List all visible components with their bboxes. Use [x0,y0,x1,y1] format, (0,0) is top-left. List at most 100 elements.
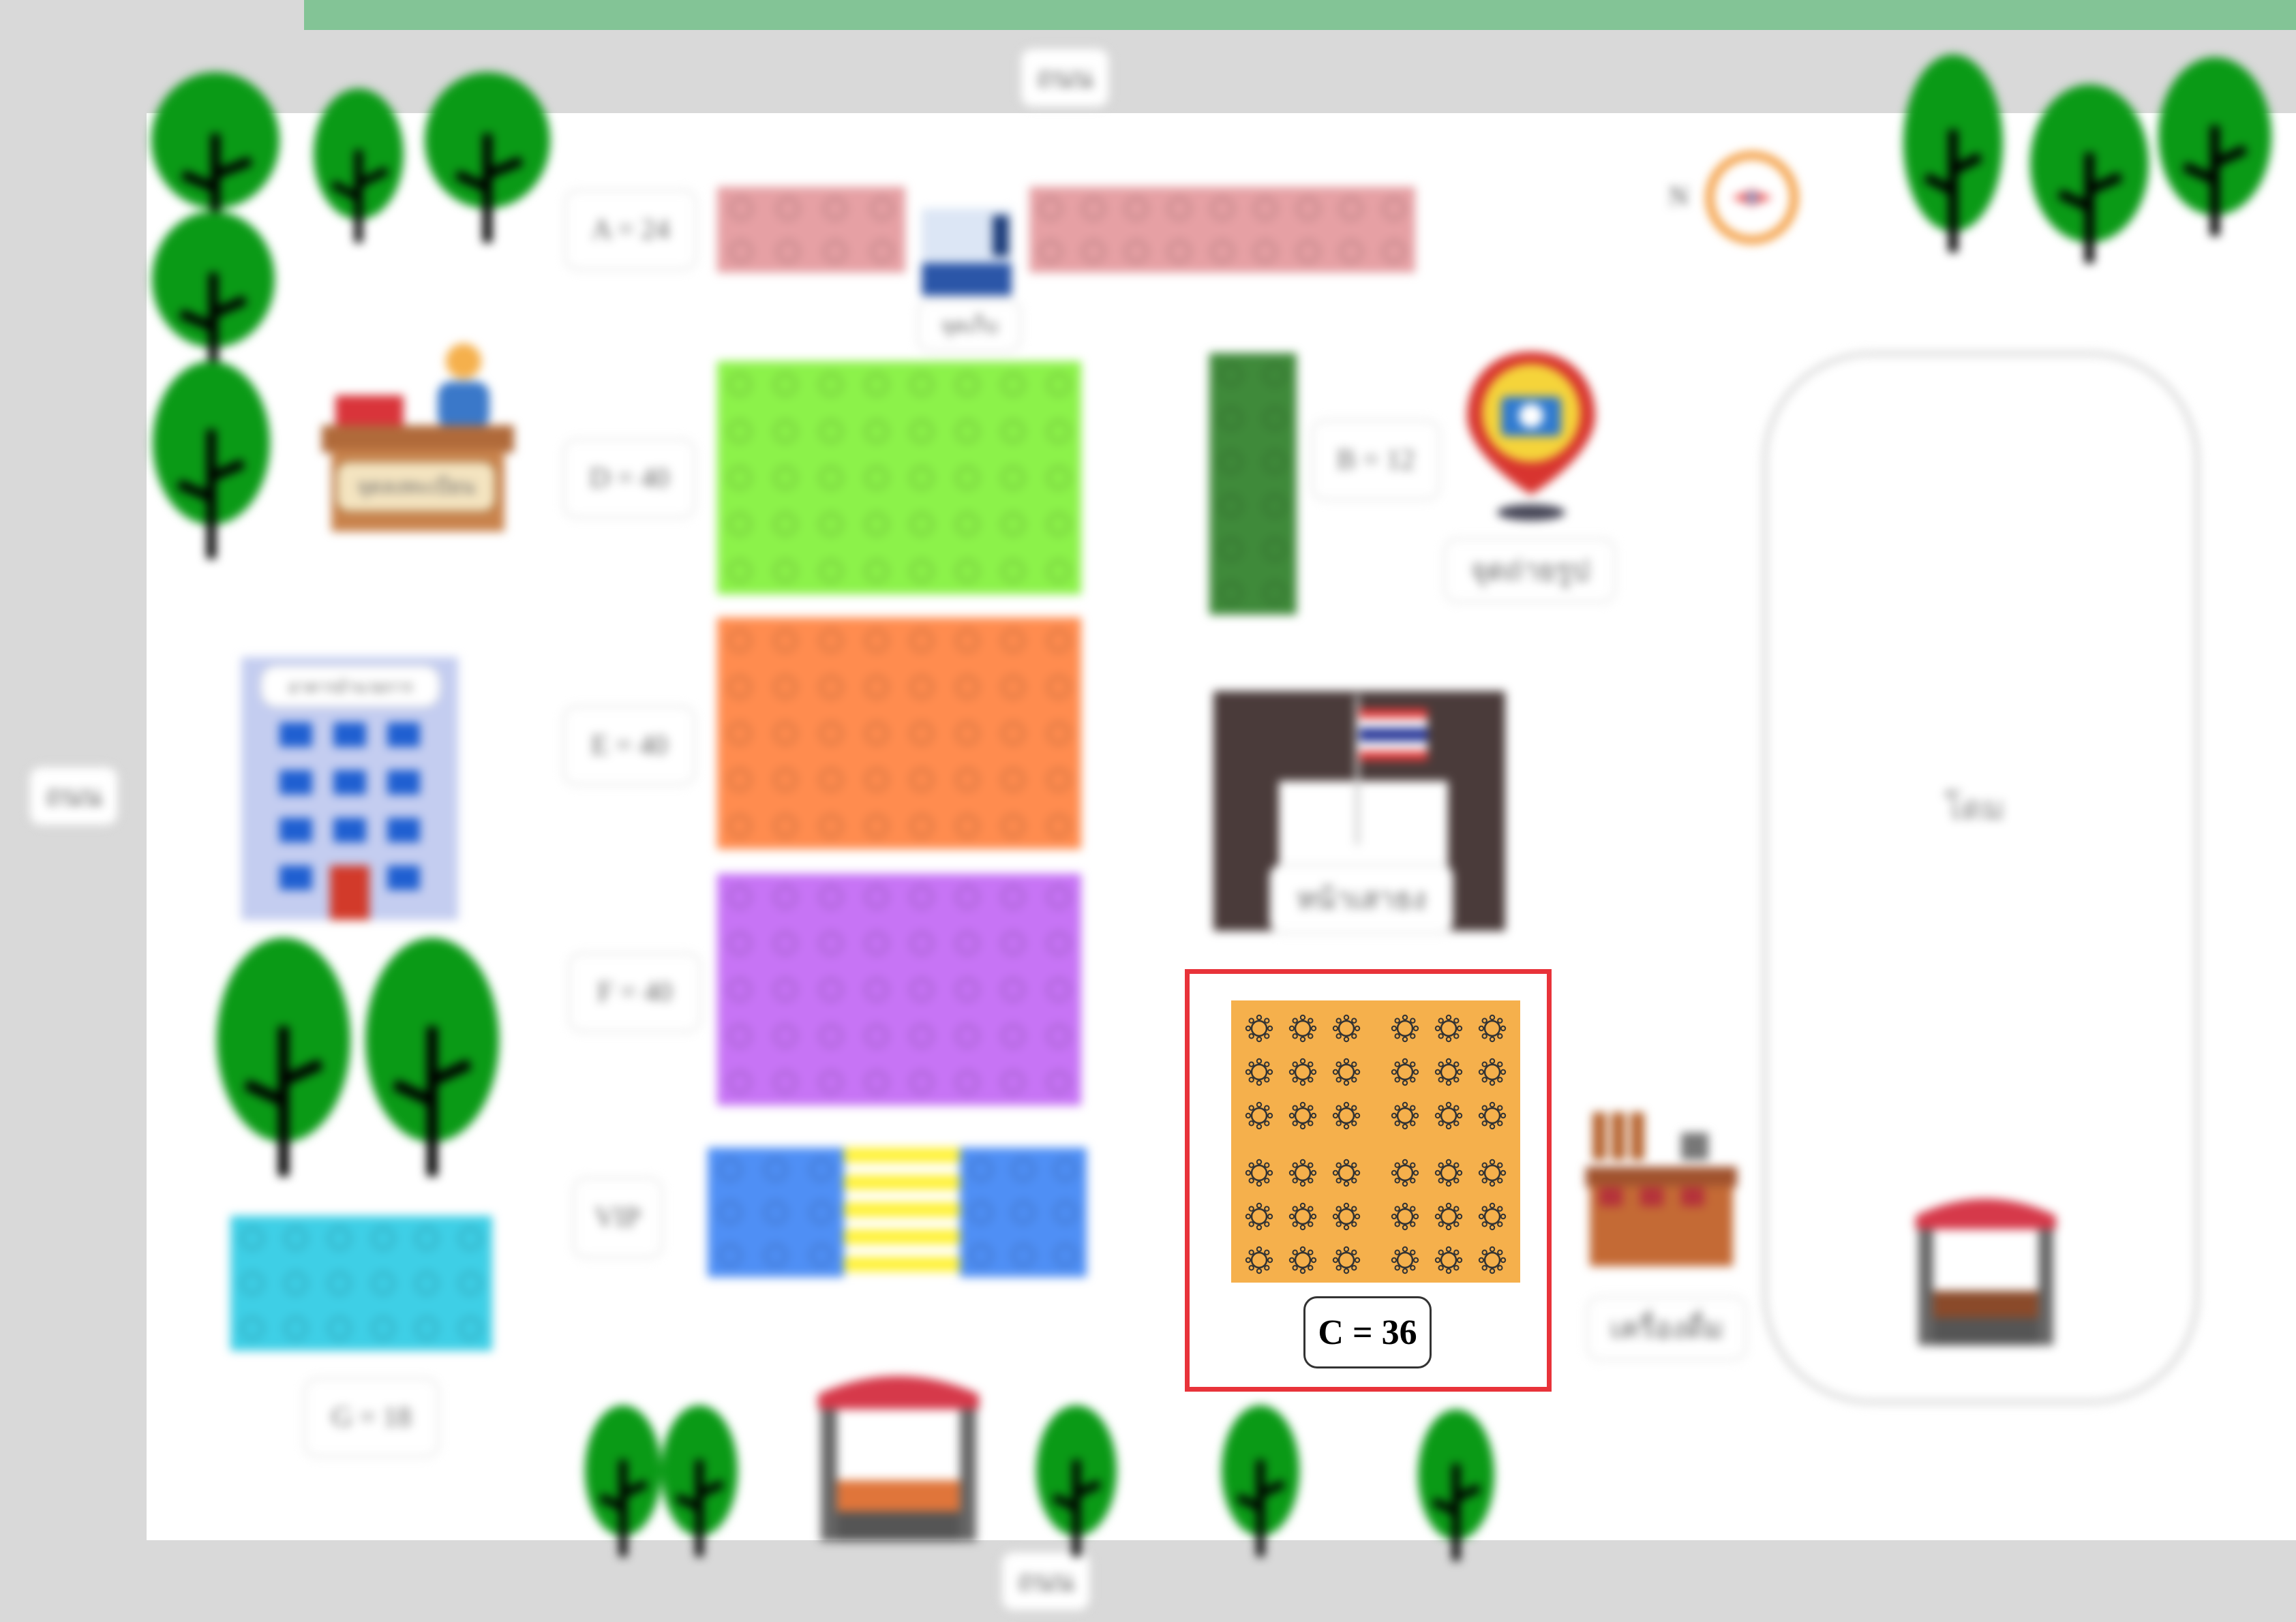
restroom-icon [922,209,1012,296]
seat-icon [717,408,763,454]
seat-icon [854,756,899,803]
seat-icon [854,361,899,408]
seat-icon [809,874,854,920]
compass-icon [1704,150,1800,245]
seat-icon [717,230,764,273]
seat-icon [1036,548,1081,594]
zone-f-label: F = 40 [569,953,701,1032]
table-seat-icon [1245,1202,1273,1231]
seat-icon [1036,966,1081,1013]
seat-icon [899,548,945,594]
seat-icon [960,1148,1002,1191]
tree-icon [1222,1405,1299,1557]
seat-icon [1201,230,1244,273]
table-seat-icon [1391,1101,1419,1130]
table-seat-icon [1391,1058,1419,1086]
seat-icon [708,1191,753,1234]
seat-icon [1036,501,1081,547]
seat-icon [361,1261,405,1306]
seat-icon [717,361,763,408]
seat-icon [809,710,854,756]
seat-icon [811,230,858,273]
zone-c-seat-grid [1245,1014,1507,1274]
seat-icon [1029,230,1072,273]
table-seat-icon [1288,1246,1317,1274]
seat-icon [717,966,763,1013]
seat-icon [1243,230,1286,273]
seat-icon [405,1306,449,1351]
seat-icon [1036,756,1081,803]
seat-icon [318,1306,361,1351]
photo-spot-label: จุดถ่ายรูป [1444,538,1616,602]
blurred-map-layer: ถนน ถนน ถนน N จุดลงทะเบียน อาคารอำนวยการ… [0,0,2296,1622]
seat-icon [449,1306,492,1351]
tree-icon [2158,57,2271,236]
seat-icon [1036,361,1081,408]
zone-vip-left-block [708,1148,844,1277]
seat-icon [809,920,854,966]
seat-icon [1372,230,1415,273]
seat-icon [899,920,945,966]
seat-icon [763,548,809,594]
zone-a-left-block [717,187,905,273]
seat-icon [1036,803,1081,849]
tree-icon [661,1405,738,1557]
table-seat-icon [1434,1202,1463,1231]
seat-icon [945,756,991,803]
seat-icon [899,455,945,501]
table-seat-icon [1434,1058,1463,1086]
seat-icon [854,501,899,547]
seat-icon [854,1059,899,1105]
seat-icon [899,1013,945,1059]
seat-icon [809,966,854,1013]
seat-icon [763,617,809,664]
tree-icon [585,1405,661,1557]
seat-icon [763,1013,809,1059]
table-seat-icon [1332,1202,1361,1231]
seat-icon [763,664,809,710]
seat-icon [763,874,809,920]
table-seat-icon [1245,1014,1273,1043]
seat-icon [798,1148,844,1191]
registration-desk-icon [322,343,514,532]
tree-icon [1418,1409,1494,1561]
seat-icon [945,1059,991,1105]
table-seat-icon [1288,1101,1317,1130]
seat-icon [991,501,1036,547]
seat-icon [717,548,763,594]
seat-icon [1372,187,1415,230]
zone-c-block[interactable] [1231,1000,1520,1283]
seat-icon [717,710,763,756]
seat-icon [945,803,991,849]
zone-e-block [717,617,1081,849]
table-seat-icon [1434,1246,1463,1274]
tree-icon [152,211,275,372]
seat-icon [1329,230,1372,273]
seat-icon [1253,353,1297,397]
zone-vip-right-block [960,1148,1087,1277]
table-seat-icon [1434,1101,1463,1130]
table-seat-icon [1434,1014,1463,1043]
drinks-bar-icon [1586,1112,1737,1266]
seat-icon [1036,455,1081,501]
table-seat-icon [1332,1246,1361,1274]
seat-icon [809,617,854,664]
seat-icon [763,1059,809,1105]
zone-b-label: B = 12 [1312,420,1440,500]
seat-icon [945,501,991,547]
seat-icon [763,501,809,547]
table-seat-icon [1478,1058,1507,1086]
table-seat-icon [1391,1014,1419,1043]
vip-aisle [844,1148,960,1277]
seat-icon [1209,484,1253,527]
seat-icon [899,501,945,547]
seat-icon [798,1191,844,1234]
seat-icon [809,455,854,501]
building-sign: อาคารอำนวยการ [260,665,440,707]
seat-icon [858,230,905,273]
seat-icon [1002,1191,1044,1234]
seat-icon [854,920,899,966]
seat-icon [854,966,899,1013]
table-seat-icon [1478,1014,1507,1043]
seat-icon [753,1234,799,1277]
